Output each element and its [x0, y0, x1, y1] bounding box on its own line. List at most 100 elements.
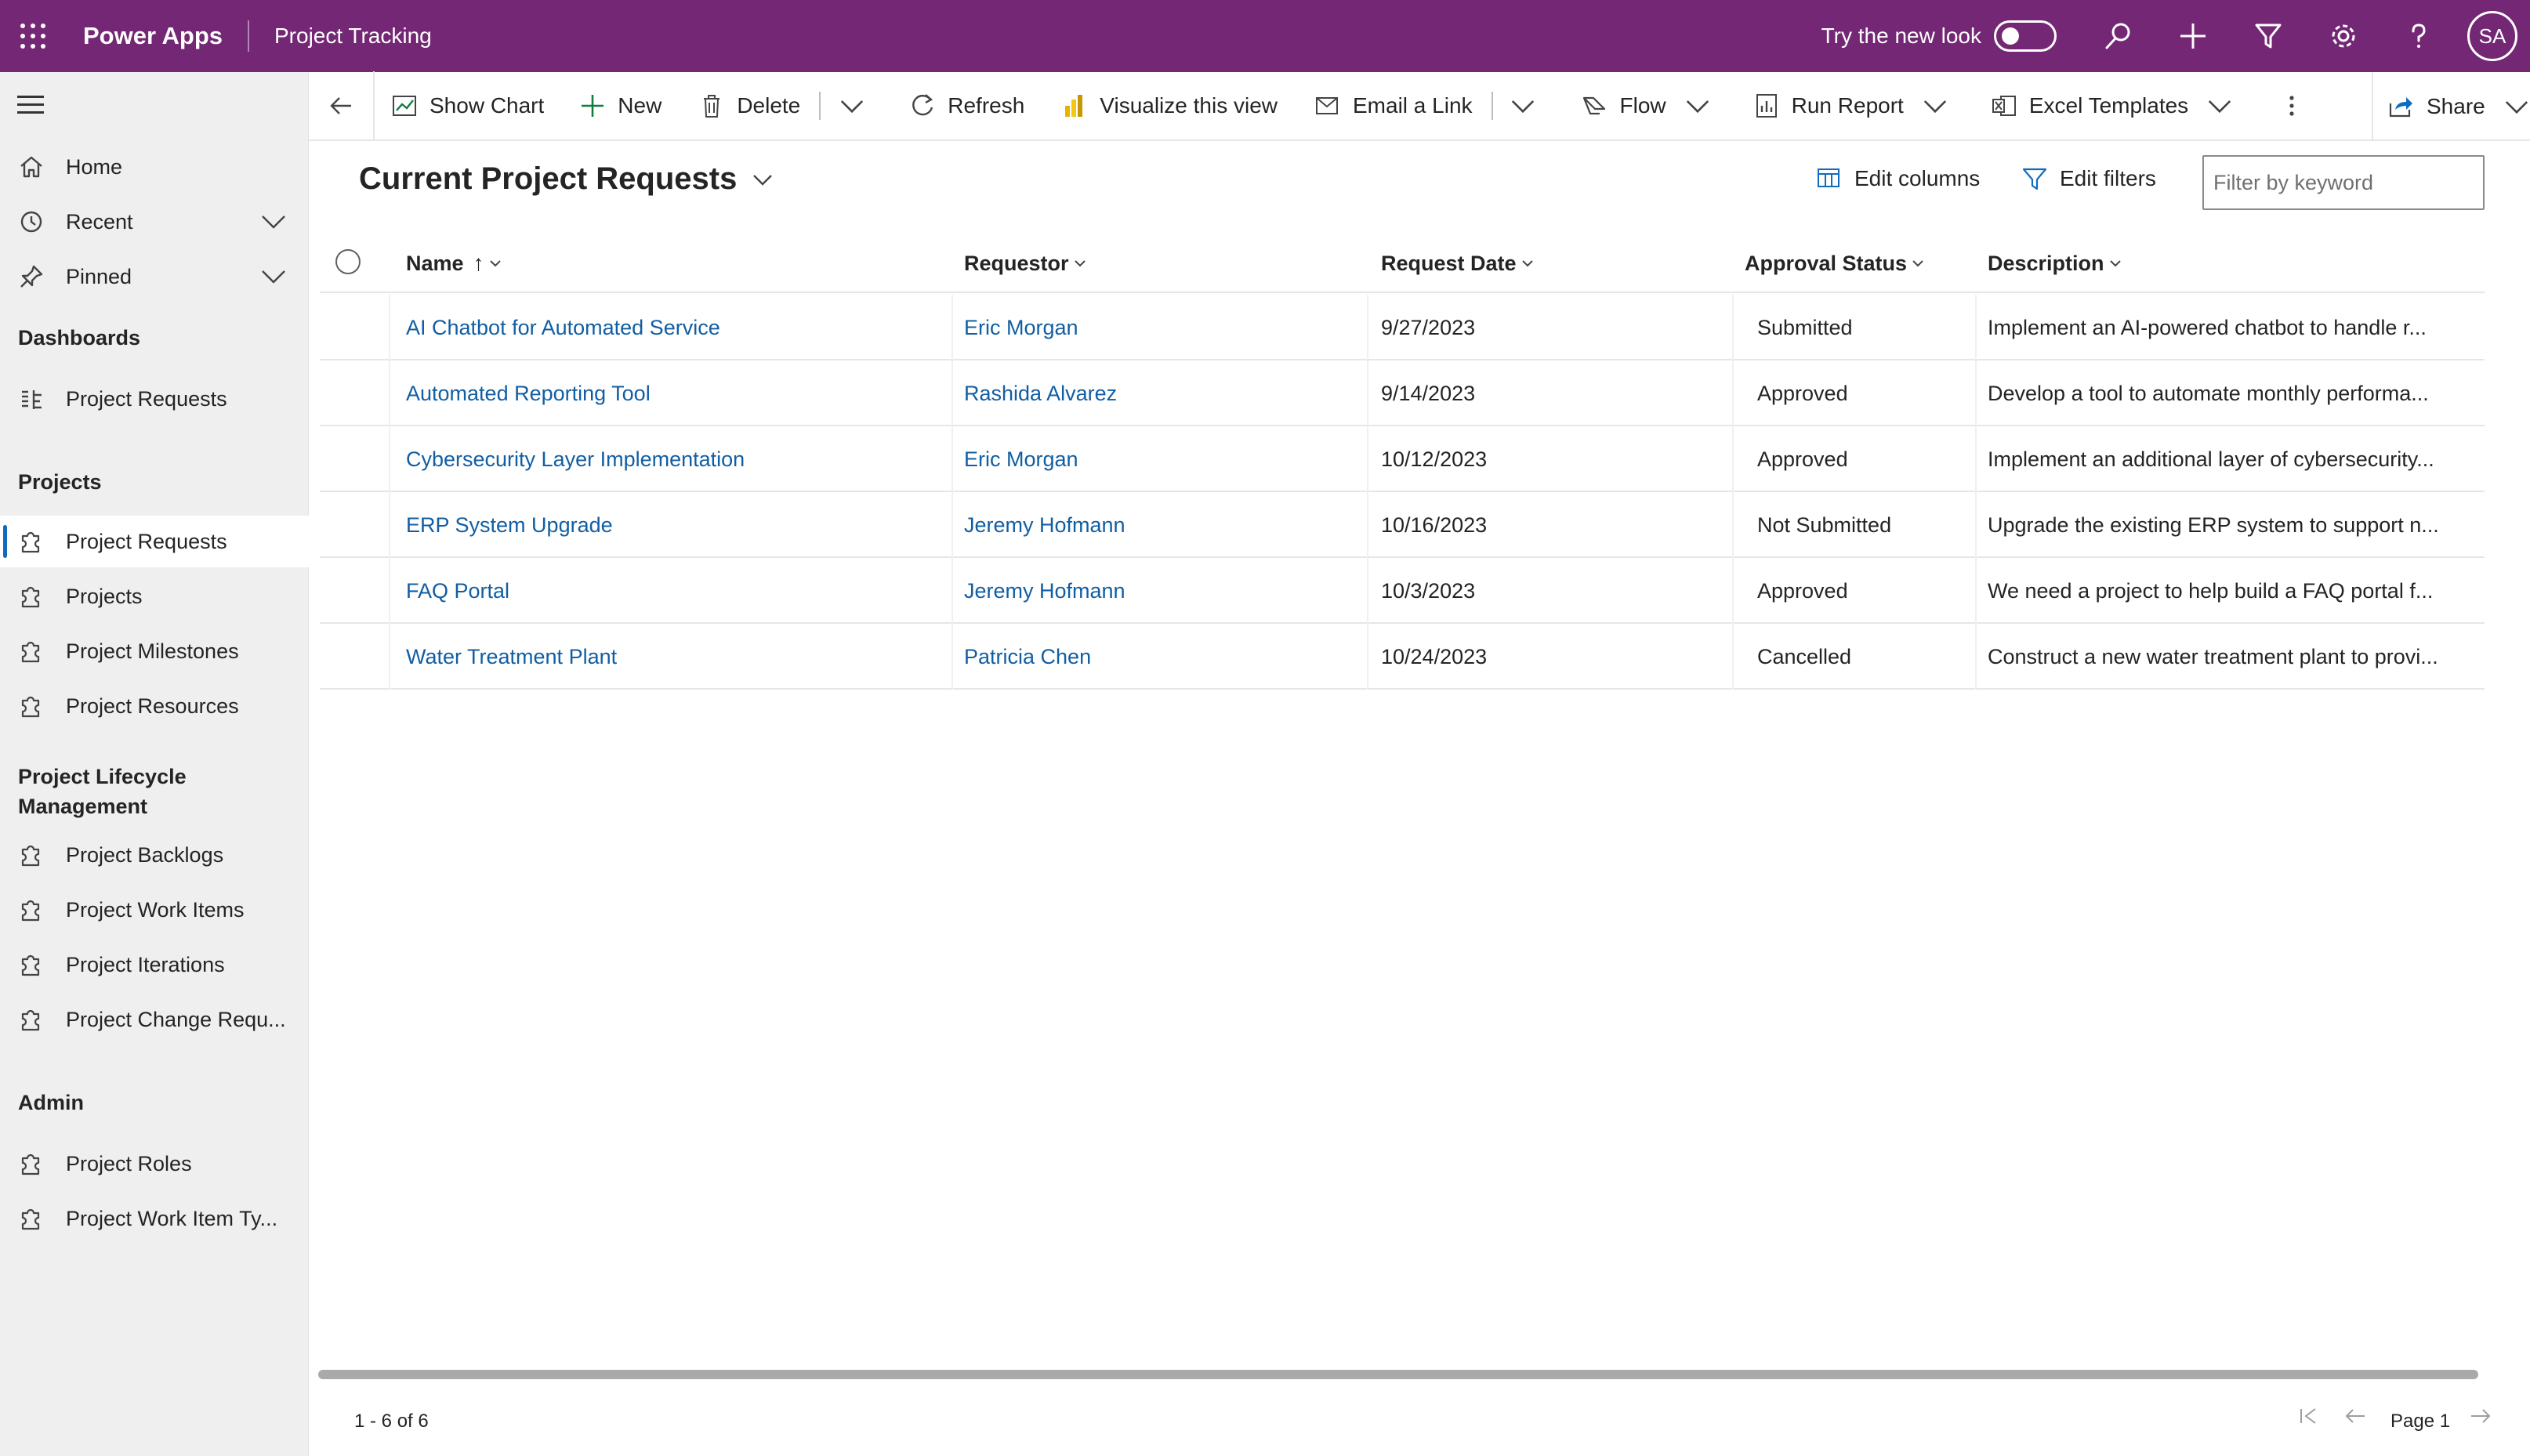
- cell-request-date: 10/16/2023: [1381, 512, 1488, 537]
- cell-name-link[interactable]: Cybersecurity Layer Implementation: [406, 426, 745, 492]
- cell-divider: [1732, 492, 1734, 558]
- puzzle-icon: [17, 1204, 45, 1233]
- sidebar-item-pinned[interactable]: Pinned: [0, 251, 309, 302]
- cell-divider: [951, 624, 953, 690]
- column-header-description[interactable]: Description: [1988, 234, 2122, 293]
- show-chart-label: Show Chart: [430, 93, 545, 118]
- app-title: Project Tracking: [274, 24, 432, 48]
- new-look-toggle[interactable]: [1994, 20, 2057, 52]
- back-button[interactable]: [309, 71, 375, 140]
- page-indicator: Page 1: [2390, 1411, 2451, 1432]
- column-header-label: Description: [1988, 251, 2104, 275]
- select-all-checkbox[interactable]: [335, 249, 361, 274]
- sidebar-item-project-requests[interactable]: Project Requests: [0, 516, 309, 567]
- cell-approval-status: Approved: [1757, 447, 1848, 471]
- table-row[interactable]: FAQ Portal Jeremy Hofmann 10/3/2023 Appr…: [320, 558, 2485, 624]
- cell-name-link[interactable]: AI Chatbot for Automated Service: [406, 295, 720, 360]
- cell-description: Implement an additional layer of cyberse…: [1988, 447, 2434, 471]
- hamburger-menu-icon[interactable]: [17, 96, 44, 119]
- app-launcher-button[interactable]: [0, 0, 66, 72]
- sidebar-item-home[interactable]: Home: [0, 141, 309, 193]
- chevron-down-icon: [753, 174, 773, 186]
- app-name[interactable]: Power Apps: [83, 22, 223, 50]
- sidebar-item-label: Project Iterations: [66, 952, 225, 976]
- sidebar-item-recent[interactable]: Recent: [0, 196, 309, 248]
- search-icon: [2105, 23, 2130, 49]
- sidebar-item-project-milestones[interactable]: Project Milestones: [0, 625, 309, 677]
- refresh-button[interactable]: Refresh: [908, 71, 1024, 140]
- table-row[interactable]: Cybersecurity Layer Implementation Eric …: [320, 426, 2485, 492]
- sidebar-item-label: Home: [66, 154, 123, 179]
- search-button[interactable]: [2080, 0, 2155, 72]
- help-button[interactable]: [2381, 0, 2456, 72]
- edit-filters-button[interactable]: Edit filters: [2021, 165, 2156, 193]
- sidebar-item-projects[interactable]: Projects: [0, 570, 309, 622]
- first-page-icon: [2300, 1408, 2316, 1424]
- column-header-request-date[interactable]: Request Date: [1381, 234, 1534, 293]
- more-commands-button[interactable]: [2284, 71, 2311, 140]
- cell-divider: [951, 558, 953, 624]
- filter-keyword-input[interactable]: [2202, 155, 2485, 210]
- chart-icon: [393, 96, 416, 116]
- sidebar-item-project-iterations[interactable]: Project Iterations: [0, 939, 309, 991]
- cell-divider: [1367, 360, 1368, 426]
- cell-requestor-link[interactable]: Jeremy Hofmann: [964, 558, 1125, 624]
- table-row[interactable]: AI Chatbot for Automated Service Eric Mo…: [320, 295, 2485, 360]
- new-button[interactable]: New: [578, 71, 661, 140]
- cell-divider: [1367, 492, 1368, 558]
- previous-page-button[interactable]: [2343, 1404, 2367, 1428]
- cell-name-link[interactable]: Water Treatment Plant: [406, 624, 617, 690]
- delete-button[interactable]: Delete: [698, 71, 800, 140]
- sidebar-item-project-resources[interactable]: Project Resources: [0, 680, 309, 732]
- first-page-button[interactable]: [2296, 1404, 2320, 1428]
- visualize-view-button[interactable]: Visualize this view: [1060, 71, 1278, 140]
- next-page-button[interactable]: [2469, 1404, 2492, 1428]
- pin-icon: [17, 263, 45, 291]
- new-record-button[interactable]: [2155, 0, 2231, 72]
- email-icon: [1316, 97, 1338, 114]
- cell-requestor-link[interactable]: Eric Morgan: [964, 426, 1078, 492]
- clock-icon: [17, 208, 45, 236]
- sidebar-item-dashboard-project-requests[interactable]: Project Requests: [0, 373, 309, 425]
- run-report-button[interactable]: Run Report: [1753, 71, 1960, 140]
- sidebar-item-project-work-item-types[interactable]: Project Work Item Ty...: [0, 1193, 309, 1244]
- show-chart-button[interactable]: Show Chart: [390, 71, 544, 140]
- user-avatar[interactable]: SA: [2467, 11, 2517, 61]
- cell-name-link[interactable]: ERP System Upgrade: [406, 492, 613, 558]
- cell-divider: [1732, 295, 1734, 360]
- app-header: Power Apps Project Tracking Try the new …: [0, 0, 2530, 72]
- view-selector[interactable]: Current Project Requests: [359, 161, 774, 197]
- table-row[interactable]: Water Treatment Plant Patricia Chen 10/2…: [320, 624, 2485, 690]
- column-header-approval-status[interactable]: Approval Status: [1745, 234, 1924, 293]
- settings-button[interactable]: [2306, 0, 2381, 72]
- cell-requestor-link[interactable]: Patricia Chen: [964, 624, 1091, 690]
- chevron-down-icon[interactable]: [260, 210, 287, 234]
- sidebar-item-project-change-requests[interactable]: Project Change Requ...: [0, 994, 309, 1045]
- cell-divider: [1975, 360, 1977, 426]
- delete-more-button[interactable]: [838, 71, 877, 140]
- cell-requestor-link[interactable]: Eric Morgan: [964, 295, 1078, 360]
- sidebar-item-project-roles[interactable]: Project Roles: [0, 1138, 309, 1190]
- advanced-filter-button[interactable]: [2231, 0, 2306, 72]
- column-header-requestor[interactable]: Requestor: [964, 234, 1086, 293]
- table-row[interactable]: Automated Reporting Tool Rashida Alvarez…: [320, 360, 2485, 426]
- sidebar-item-project-work-items[interactable]: Project Work Items: [0, 884, 309, 936]
- report-icon: [1756, 94, 1777, 118]
- cell-approval-status: Cancelled: [1757, 644, 1852, 668]
- excel-templates-button[interactable]: Excel Templates: [1990, 71, 2245, 140]
- email-link-button[interactable]: Email a Link: [1314, 71, 1473, 140]
- cell-name-link[interactable]: Automated Reporting Tool: [406, 360, 651, 426]
- horizontal-scrollbar[interactable]: [318, 1370, 2478, 1379]
- cell-description: Construct a new water treatment plant to…: [1988, 644, 2438, 668]
- table-row[interactable]: ERP System Upgrade Jeremy Hofmann 10/16/…: [320, 492, 2485, 558]
- cell-requestor-link[interactable]: Jeremy Hofmann: [964, 492, 1125, 558]
- edit-columns-button[interactable]: Edit columns: [1815, 165, 1980, 193]
- column-header-name[interactable]: Name ↑: [406, 234, 502, 293]
- cell-name-link[interactable]: FAQ Portal: [406, 558, 509, 624]
- flow-button[interactable]: Flow: [1581, 71, 1723, 140]
- chevron-down-icon[interactable]: [260, 265, 287, 288]
- share-button[interactable]: Share: [2387, 72, 2530, 141]
- cell-requestor-link[interactable]: Rashida Alvarez: [964, 360, 1117, 426]
- email-link-more-button[interactable]: [1509, 71, 1548, 140]
- sidebar-item-project-backlogs[interactable]: Project Backlogs: [0, 829, 309, 881]
